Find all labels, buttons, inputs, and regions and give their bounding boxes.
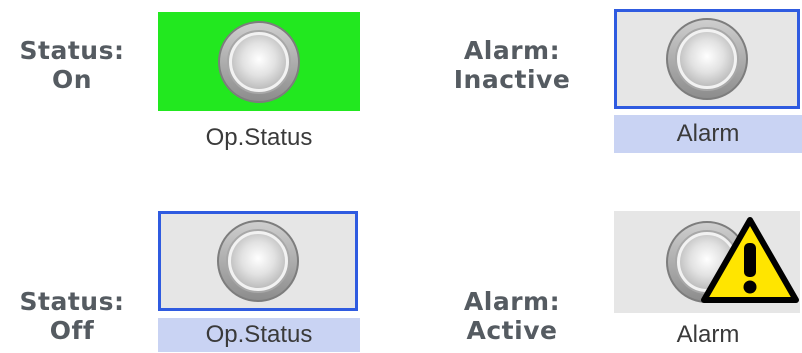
lamp-icon: [218, 20, 300, 103]
alarm-active-label-line2: Active: [466, 316, 558, 345]
status-on-indicator[interactable]: [158, 12, 360, 111]
lamp-icon: [666, 18, 748, 100]
alarm-active-label: Alarm: Active: [440, 287, 584, 345]
alarm-active-label-line1: Alarm:: [463, 287, 561, 316]
status-off-label: Status: Off: [8, 287, 136, 345]
status-off-indicator[interactable]: [158, 211, 358, 311]
alarm-active-indicator[interactable]: [614, 211, 800, 313]
status-on-label-line1: Status:: [19, 36, 125, 65]
alarm-inactive-label-line1: Alarm:: [463, 36, 561, 65]
warning-triangle-icon: [701, 217, 799, 303]
status-off-label-line1: Status:: [19, 287, 125, 316]
alarm-inactive-indicator[interactable]: [614, 9, 800, 109]
status-off-label-line2: Off: [49, 316, 95, 345]
status-on-label-line2: On: [51, 65, 93, 94]
status-off-caption: Op.Status: [158, 318, 360, 352]
alarm-active-caption: Alarm: [676, 321, 740, 348]
alarm-inactive-label: Alarm: Inactive: [440, 36, 584, 94]
alarm-inactive-caption: Alarm: [614, 115, 802, 153]
lamp-icon: [217, 220, 299, 302]
status-on-label: Status: On: [8, 36, 136, 94]
alarm-inactive-label-line2: Inactive: [453, 65, 571, 94]
status-on-caption: Op.Status: [205, 124, 313, 151]
